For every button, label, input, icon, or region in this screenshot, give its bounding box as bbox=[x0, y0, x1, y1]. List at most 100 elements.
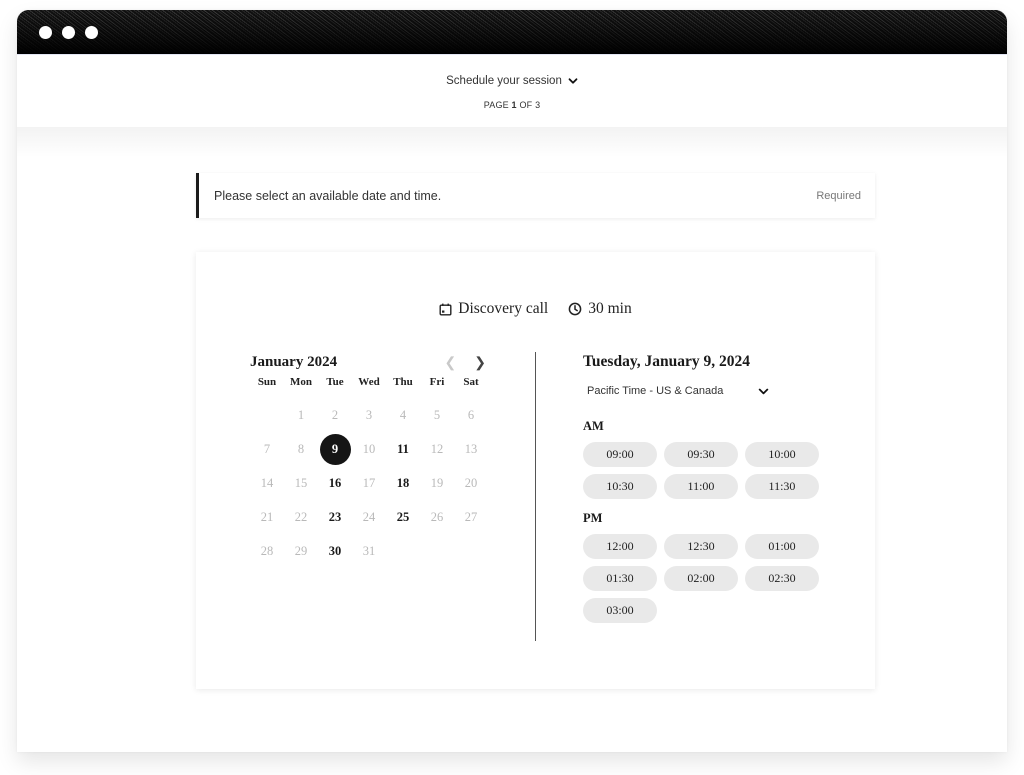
calendar-day-number: 22 bbox=[294, 509, 308, 524]
calendar-day-disabled: 14 bbox=[250, 466, 284, 500]
timezone-select[interactable]: Pacific Time - US & Canada bbox=[583, 385, 769, 397]
calendar-day-disabled: 4 bbox=[386, 398, 420, 432]
calendar-day-disabled: 15 bbox=[284, 466, 318, 500]
calendar-day-number: 12 bbox=[430, 441, 444, 456]
page-indicator: PAGE 1 OF 3 bbox=[17, 100, 1007, 110]
window-controls bbox=[39, 26, 98, 39]
calendar-day-number: 14 bbox=[260, 475, 274, 490]
time-slot-button[interactable]: 09:00 bbox=[583, 442, 657, 467]
required-label: Required bbox=[816, 189, 861, 202]
calendar-day-disabled: 29 bbox=[284, 534, 318, 568]
calendar-day-number: 23 bbox=[328, 509, 342, 524]
time-slot-button[interactable]: 12:30 bbox=[664, 534, 738, 559]
calendar-day-number: 8 bbox=[297, 441, 305, 456]
calendar-day-disabled: 21 bbox=[250, 500, 284, 534]
time-slots-panel: Tuesday, January 9, 2024 Pacific Time - … bbox=[583, 352, 843, 623]
calendar-day-number: 28 bbox=[260, 543, 274, 558]
calendar-day-disabled: 2 bbox=[318, 398, 352, 432]
time-slot-button[interactable]: 01:00 bbox=[745, 534, 819, 559]
chevron-down-icon bbox=[568, 78, 578, 84]
calendar-day-disabled: 17 bbox=[352, 466, 386, 500]
calendar-day-number: 9 bbox=[319, 433, 351, 465]
page-prefix: PAGE bbox=[483, 100, 512, 110]
time-slot-button[interactable]: 01:30 bbox=[583, 566, 657, 591]
chevron-right-icon[interactable]: ❯ bbox=[474, 354, 486, 371]
calendar-day-number: 31 bbox=[362, 543, 376, 558]
clock-icon bbox=[568, 302, 582, 316]
time-slot-button[interactable]: 12:00 bbox=[583, 534, 657, 559]
calendar-day-disabled: 27 bbox=[454, 500, 488, 534]
calendar-day-number: 1 bbox=[297, 407, 305, 422]
calendar-day-number: 5 bbox=[433, 407, 441, 422]
calendar-day-number: 6 bbox=[467, 407, 475, 422]
calendar-day-available[interactable]: 11 bbox=[386, 432, 420, 466]
service-info: Discovery call 30 min bbox=[196, 300, 875, 318]
time-slot-button[interactable]: 10:30 bbox=[583, 474, 657, 499]
calendar-day-number: 13 bbox=[464, 441, 478, 456]
calendar-day-number: 25 bbox=[396, 509, 410, 524]
calendar-day-number: 3 bbox=[365, 407, 373, 422]
vertical-divider bbox=[535, 352, 536, 641]
calendar-day-available[interactable]: 25 bbox=[386, 500, 420, 534]
window-dot-icon bbox=[62, 26, 75, 39]
calendar-days: 1 2 3 4 5 6 7 8 9 10 11 12 13 14 15 16 17 18 19 20 21 22 23 24 2… bbox=[250, 398, 490, 568]
calendar-day-disabled: 19 bbox=[420, 466, 454, 500]
weekday-label: Wed bbox=[358, 376, 380, 388]
calendar-day-disabled: 26 bbox=[420, 500, 454, 534]
calendar-day-disabled: 28 bbox=[250, 534, 284, 568]
duration-item: 30 min bbox=[568, 300, 632, 318]
weekday-label: Thu bbox=[393, 376, 413, 388]
selected-date-label: Tuesday, January 9, 2024 bbox=[583, 353, 750, 370]
calendar-day-selected[interactable]: 9 bbox=[318, 432, 352, 466]
page-suffix: OF 3 bbox=[516, 100, 541, 110]
time-slot-button[interactable]: 11:30 bbox=[745, 474, 819, 499]
date-time-question: Please select an available date and time… bbox=[196, 173, 875, 218]
calendar-icon bbox=[439, 303, 452, 316]
weekday-label: Sat bbox=[463, 376, 479, 388]
calendar-day-number: 4 bbox=[399, 407, 407, 422]
calendar-day-number: 29 bbox=[294, 543, 308, 558]
duration: 30 min bbox=[588, 300, 632, 317]
calendar-header: January 2024 ❮ ❯ bbox=[250, 352, 490, 372]
calendar-day-available[interactable]: 18 bbox=[386, 466, 420, 500]
calendar-day-number: 2 bbox=[331, 407, 339, 422]
weekday-label: Fri bbox=[429, 376, 445, 388]
calendar-day-disabled: 10 bbox=[352, 432, 386, 466]
browser-window: Schedule your session PAGE 1 OF 3 Please… bbox=[17, 10, 1007, 752]
calendar-day-number: 19 bbox=[430, 475, 444, 490]
calendar-day-number: 15 bbox=[294, 475, 308, 490]
calendar-nav: ❮ ❯ bbox=[445, 354, 486, 371]
time-slot-button[interactable]: 02:00 bbox=[664, 566, 738, 591]
calendar-day-disabled: 6 bbox=[454, 398, 488, 432]
time-slot-button[interactable]: 11:00 bbox=[664, 474, 738, 499]
question-text: Please select an available date and time… bbox=[214, 188, 442, 203]
calendar-day-number: 24 bbox=[362, 509, 376, 524]
time-slot-button[interactable]: 03:00 bbox=[583, 598, 657, 623]
weekday-label: Tue bbox=[326, 376, 344, 388]
form-title-dropdown[interactable]: Schedule your session bbox=[17, 75, 1007, 87]
calendar-day-number: 16 bbox=[328, 475, 342, 490]
calendar: January 2024 ❮ ❯ Sun Mon Tue Wed Thu Fri Sat 1… bbox=[250, 352, 490, 568]
calendar-day-number: 30 bbox=[328, 543, 342, 558]
calendar-day-number: 17 bbox=[362, 475, 376, 490]
calendar-day-disabled: 20 bbox=[454, 466, 488, 500]
calendar-day-available[interactable]: 30 bbox=[318, 534, 352, 568]
time-slot-button[interactable]: 02:30 bbox=[745, 566, 819, 591]
chevron-left-icon[interactable]: ❮ bbox=[445, 354, 457, 371]
pm-slot-list: 12:00 12:30 01:00 01:30 02:00 02:30 03:00 bbox=[583, 534, 843, 623]
form-title: Schedule your session bbox=[446, 75, 562, 87]
calendar-day-disabled: 24 bbox=[352, 500, 386, 534]
time-slot-button[interactable]: 10:00 bbox=[745, 442, 819, 467]
time-slot-button[interactable]: 09:30 bbox=[664, 442, 738, 467]
calendar-day-available[interactable]: 16 bbox=[318, 466, 352, 500]
weekday-label: Mon bbox=[290, 376, 312, 388]
calendar-day-available[interactable]: 23 bbox=[318, 500, 352, 534]
calendar-day-disabled: 7 bbox=[250, 432, 284, 466]
window-dot-icon bbox=[39, 26, 52, 39]
timezone-value: Pacific Time - US & Canada bbox=[587, 385, 724, 397]
calendar-day-number: 10 bbox=[362, 441, 376, 456]
am-heading: AM bbox=[583, 419, 604, 433]
service-name-item: Discovery call bbox=[439, 300, 548, 318]
form-content: Please select an available date and time… bbox=[17, 127, 1007, 752]
am-slot-list: 09:00 09:30 10:00 10:30 11:00 11:30 bbox=[583, 442, 843, 499]
